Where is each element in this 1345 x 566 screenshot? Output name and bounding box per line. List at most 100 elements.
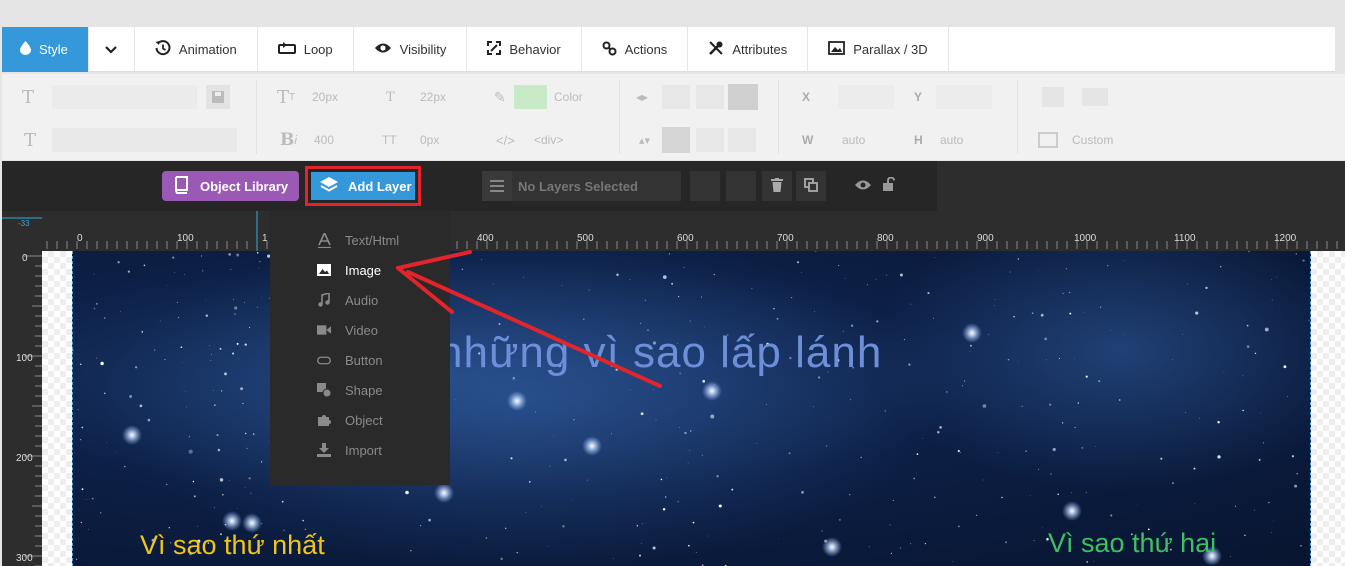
tab-behavior[interactable]: Behavior <box>467 27 582 72</box>
object-library-label: Object Library <box>200 178 289 194</box>
star <box>1263 442 1264 444</box>
delete-layer-button[interactable] <box>762 171 792 201</box>
ruler-corner-value: -33 <box>18 219 30 228</box>
font-size-value[interactable]: 20px <box>312 83 338 111</box>
layer-selector[interactable]: No Layers Selected <box>482 171 681 201</box>
star <box>899 273 903 277</box>
align-center-button[interactable] <box>696 83 724 111</box>
star <box>702 379 706 383</box>
align-bottom-button[interactable] <box>728 126 756 154</box>
menu-item-audio[interactable]: Audio <box>270 285 450 315</box>
tab-style-label: Style <box>39 42 68 57</box>
star <box>525 512 527 513</box>
menu-item-label: Import <box>345 442 382 458</box>
star <box>141 331 144 333</box>
width-value[interactable]: auto <box>842 126 865 154</box>
star <box>707 535 709 537</box>
color-swatch[interactable] <box>514 83 547 111</box>
caption-right-text-layer[interactable]: Vì sao thứ hai <box>1048 528 1216 559</box>
vruler-ticks <box>24 255 42 566</box>
star <box>969 351 971 353</box>
caption-left-text-layer[interactable]: Vì sao thứ nhất <box>140 530 325 561</box>
star <box>1074 427 1076 429</box>
tab-more-dropdown[interactable] <box>89 27 135 72</box>
menu-item-shape[interactable]: Shape <box>270 375 450 405</box>
tab-actions[interactable]: Actions <box>582 27 689 72</box>
font-weight-value[interactable]: 400 <box>314 126 334 154</box>
star <box>1095 446 1097 447</box>
star <box>1044 337 1048 341</box>
font-style-select[interactable] <box>52 126 237 154</box>
align-left-button[interactable] <box>662 83 690 111</box>
star <box>1242 375 1244 377</box>
x-position-input[interactable] <box>838 83 894 111</box>
duplicate-layer-button[interactable] <box>796 171 826 201</box>
headline-text-layer[interactable]: những vì sao lấp lánh <box>438 328 882 378</box>
object-library-button[interactable]: Object Library <box>162 171 299 201</box>
menu-item-text-html[interactable]: Text/Html <box>270 225 450 255</box>
align-right-button[interactable] <box>728 83 758 111</box>
star <box>671 282 674 285</box>
ruler-label: 700 <box>777 233 794 244</box>
layers-icon <box>319 176 339 197</box>
tab-animation[interactable]: Animation <box>135 27 258 72</box>
add-layer-highlight: Add Layer <box>305 166 421 206</box>
tab-style[interactable]: Style <box>2 27 89 72</box>
lock-icon[interactable] <box>882 176 896 194</box>
layer-action-button-2[interactable] <box>726 171 756 201</box>
star <box>916 453 919 455</box>
layer-action-button-1[interactable] <box>690 171 720 201</box>
menu-item-object[interactable]: Object <box>270 405 450 435</box>
star <box>99 512 102 514</box>
y-position-input[interactable] <box>936 83 992 111</box>
star <box>166 483 168 486</box>
menu-item-image[interactable]: Image <box>270 255 450 285</box>
star <box>1017 258 1019 260</box>
tab-loop[interactable]: Loop <box>258 27 354 72</box>
tag-select[interactable]: <div> <box>534 126 563 154</box>
star <box>1069 291 1071 294</box>
menu-item-video[interactable]: Video <box>270 315 450 345</box>
save-font-icon[interactable] <box>206 83 230 111</box>
star <box>1271 299 1273 301</box>
star <box>908 363 911 366</box>
height-value[interactable]: auto <box>940 126 963 154</box>
menu-item-import[interactable]: Import <box>270 435 450 465</box>
star <box>814 311 815 313</box>
star <box>1217 455 1221 459</box>
star <box>234 306 238 310</box>
tab-parallax[interactable]: Parallax / 3D <box>808 27 949 72</box>
star <box>922 438 924 439</box>
star <box>636 525 639 527</box>
star <box>957 449 960 453</box>
eye-visibility-icon[interactable] <box>854 179 872 194</box>
tab-attributes[interactable]: Attributes <box>688 27 809 72</box>
ruler-label: 1100 <box>1174 233 1196 244</box>
star <box>405 490 409 495</box>
align-middle-button[interactable] <box>696 126 724 154</box>
menu-item-button[interactable]: Button <box>270 345 450 375</box>
star <box>716 475 719 478</box>
tab-actions-label: Actions <box>624 42 668 57</box>
star <box>1198 417 1200 419</box>
letter-spacing-value[interactable]: 0px <box>420 126 439 154</box>
star <box>910 543 912 545</box>
star <box>246 447 248 450</box>
star <box>1065 268 1067 270</box>
slide-canvas[interactable]: những vì sao lấp lánh Vì sao thứ nhất Vì… <box>72 251 1311 566</box>
font-family-select[interactable] <box>52 83 197 111</box>
tab-visibility[interactable]: Visibility <box>354 27 468 72</box>
star <box>924 542 927 545</box>
star <box>81 426 84 429</box>
star <box>182 361 184 363</box>
star <box>1017 361 1019 362</box>
star <box>1052 447 1056 452</box>
star <box>910 303 912 305</box>
star <box>849 494 851 496</box>
star <box>129 395 133 398</box>
add-layer-button[interactable]: Add Layer <box>311 172 415 200</box>
line-height-value[interactable]: 22px <box>420 83 446 111</box>
star <box>961 385 963 387</box>
size-preset-select[interactable]: Custom <box>1072 126 1113 154</box>
align-top-button[interactable] <box>662 126 690 154</box>
